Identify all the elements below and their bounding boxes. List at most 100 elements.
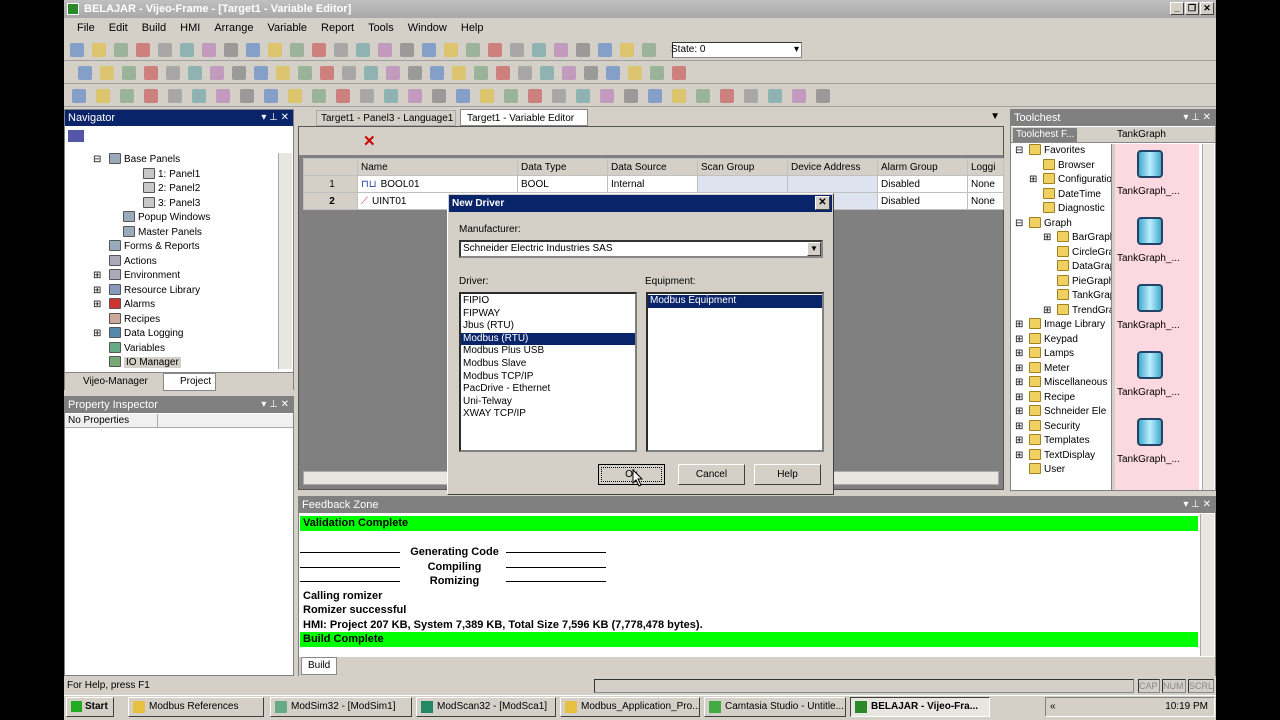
expander-icon[interactable]: ⊞ [1015, 420, 1023, 435]
toolbar-button-icon[interactable] [188, 66, 202, 80]
toolbar-button-icon[interactable] [430, 66, 444, 80]
toolbar-button-icon[interactable] [518, 66, 532, 80]
expander-icon[interactable]: ⊞ [1015, 347, 1023, 362]
expander-icon[interactable]: ⊞ [1015, 391, 1023, 406]
toolbar-button-icon[interactable] [528, 89, 542, 103]
toolbar-button-icon[interactable] [336, 89, 350, 103]
toolbar-button-icon[interactable] [744, 89, 758, 103]
toolbar-button-icon[interactable] [268, 43, 282, 57]
feedback-scrollbar[interactable] [1200, 514, 1214, 656]
cell-type[interactable]: BOOL [517, 175, 608, 193]
cancel-button[interactable]: Cancel [678, 464, 745, 485]
toolbar-button-icon[interactable] [232, 66, 246, 80]
toolbar-button-icon[interactable] [100, 66, 114, 80]
toolbar-button-icon[interactable] [216, 89, 230, 103]
toolchest-item[interactable]: ⊟ Favorites [1011, 144, 1111, 159]
toolchest-tankgraph-tab[interactable]: TankGraph [1117, 128, 1166, 142]
navigator-scrollbar[interactable] [278, 153, 292, 369]
toolbar-button-icon[interactable] [264, 89, 278, 103]
expander-icon[interactable]: ⊟ [93, 153, 101, 168]
tab-panel3[interactable]: Target1 - Panel3 - Language1 [316, 110, 456, 126]
navigator-item[interactable]: Variables [65, 341, 281, 357]
toolchest-item[interactable]: ⊟ Graph [1011, 216, 1111, 232]
expander-icon[interactable]: ⊞ [1015, 376, 1023, 391]
toolbar-button-icon[interactable] [606, 66, 620, 80]
navigator-item[interactable]: ⊞ Alarms [65, 298, 281, 313]
cell-scan[interactable] [697, 175, 788, 193]
toolbar-button-icon[interactable] [488, 43, 502, 57]
toolchest-item[interactable]: PieGraph [1011, 274, 1111, 290]
toolbar-button-icon[interactable] [342, 66, 356, 80]
toolbar-button-icon[interactable] [210, 66, 224, 80]
toolbar-button-icon[interactable] [720, 89, 734, 103]
cell-alarm[interactable]: Disabled [877, 192, 968, 210]
expander-icon[interactable]: ⊞ [93, 269, 101, 284]
toolbar-button-icon[interactable] [408, 89, 422, 103]
toolbar-button-icon[interactable] [504, 89, 518, 103]
driver-item[interactable]: FIPIO [461, 295, 635, 308]
toolbar-button-icon[interactable] [452, 66, 466, 80]
cell-device[interactable] [787, 175, 878, 193]
toolbar-button-icon[interactable] [158, 43, 172, 57]
toolbar-button-icon[interactable] [180, 43, 194, 57]
navigator-item[interactable]: ⊞ Data Logging [65, 327, 281, 342]
toolbar-button-icon[interactable] [320, 66, 334, 80]
expander-icon[interactable]: ⊞ [1015, 333, 1023, 348]
toolbar-button-icon[interactable] [562, 66, 576, 80]
toolbar-button-icon[interactable] [254, 66, 268, 80]
toolbar-button-icon[interactable] [276, 66, 290, 80]
toolchest-item[interactable]: ⊞ Miscellaneous [1011, 376, 1111, 391]
toolchest-item[interactable]: ⊞ Meter [1011, 361, 1111, 377]
tankgraph-item[interactable]: TankGraph_... [1115, 282, 1199, 342]
toolbar-button-icon[interactable] [120, 89, 134, 103]
toolchest-scrollbar[interactable] [1202, 144, 1214, 490]
toolchest-item[interactable]: ⊞ Image Library [1011, 318, 1111, 333]
toolchest-item[interactable]: ⊞ Keypad [1011, 332, 1111, 348]
toolchest-item[interactable]: DataGrap [1011, 260, 1111, 275]
toolbar-button-icon[interactable] [628, 66, 642, 80]
menu-build[interactable]: Build [135, 22, 173, 34]
task-modsim32[interactable]: ModSim32 - [ModSim1] [270, 697, 412, 717]
expander-icon[interactable]: ⊞ [93, 298, 101, 313]
tankgraph-item[interactable]: TankGraph_... [1115, 416, 1199, 476]
toolbar-button-icon[interactable] [576, 43, 590, 57]
equipment-item[interactable]: Modbus Equipment [648, 295, 822, 308]
toolbar-button-icon[interactable] [356, 43, 370, 57]
cell-log[interactable]: None [967, 192, 1004, 210]
menu-tools[interactable]: Tools [361, 22, 401, 34]
toolbar-button-icon[interactable] [312, 89, 326, 103]
toolbar-button-icon[interactable] [444, 43, 458, 57]
toolbar-button-icon[interactable] [122, 66, 136, 80]
menu-arrange[interactable]: Arrange [207, 22, 260, 34]
navigator-item[interactable]: Actions [65, 254, 281, 270]
driver-item[interactable]: XWAY TCP/IP [461, 408, 635, 421]
menu-variable[interactable]: Variable [260, 22, 314, 34]
toolbar-button-icon[interactable] [288, 89, 302, 103]
header-name[interactable]: Name [357, 158, 518, 176]
navigator-item[interactable]: Master Panels [65, 225, 281, 241]
expander-icon[interactable]: ⊞ [93, 327, 101, 342]
cell-source[interactable]: Internal [607, 175, 698, 193]
toolbar-button-icon[interactable] [246, 43, 260, 57]
toolbar-button-icon[interactable] [496, 66, 510, 80]
start-button[interactable]: Start [66, 697, 114, 717]
toolbar-button-icon[interactable] [202, 43, 216, 57]
toolchest-item[interactable]: ⊞ TextDisplay [1011, 448, 1111, 464]
expander-icon[interactable]: ⊞ [1015, 434, 1023, 449]
dialog-close-button[interactable]: ✕ [815, 196, 830, 210]
equipment-list[interactable]: Modbus Equipment [646, 292, 824, 452]
navigator-item[interactable]: 1: Panel1 [65, 167, 281, 183]
toolbar-button-icon[interactable] [168, 89, 182, 103]
expander-icon[interactable]: ⊞ [1015, 362, 1023, 377]
toolbar-button-icon[interactable] [584, 66, 598, 80]
toolbar-button-icon[interactable] [620, 43, 634, 57]
toolbar-button-icon[interactable] [552, 89, 566, 103]
toolbar-button-icon[interactable] [648, 89, 662, 103]
menu-report[interactable]: Report [314, 22, 361, 34]
manufacturer-select[interactable]: Schneider Electric Industries SAS ▼ [459, 240, 823, 258]
toolbar-button-icon[interactable] [696, 89, 710, 103]
task-modbus-references[interactable]: Modbus References [128, 697, 264, 717]
toolbar-button-icon[interactable] [144, 89, 158, 103]
pin-close-icons[interactable]: ▾ ⊥ ✕ [1183, 110, 1211, 126]
toolbar-button-icon[interactable] [576, 89, 590, 103]
